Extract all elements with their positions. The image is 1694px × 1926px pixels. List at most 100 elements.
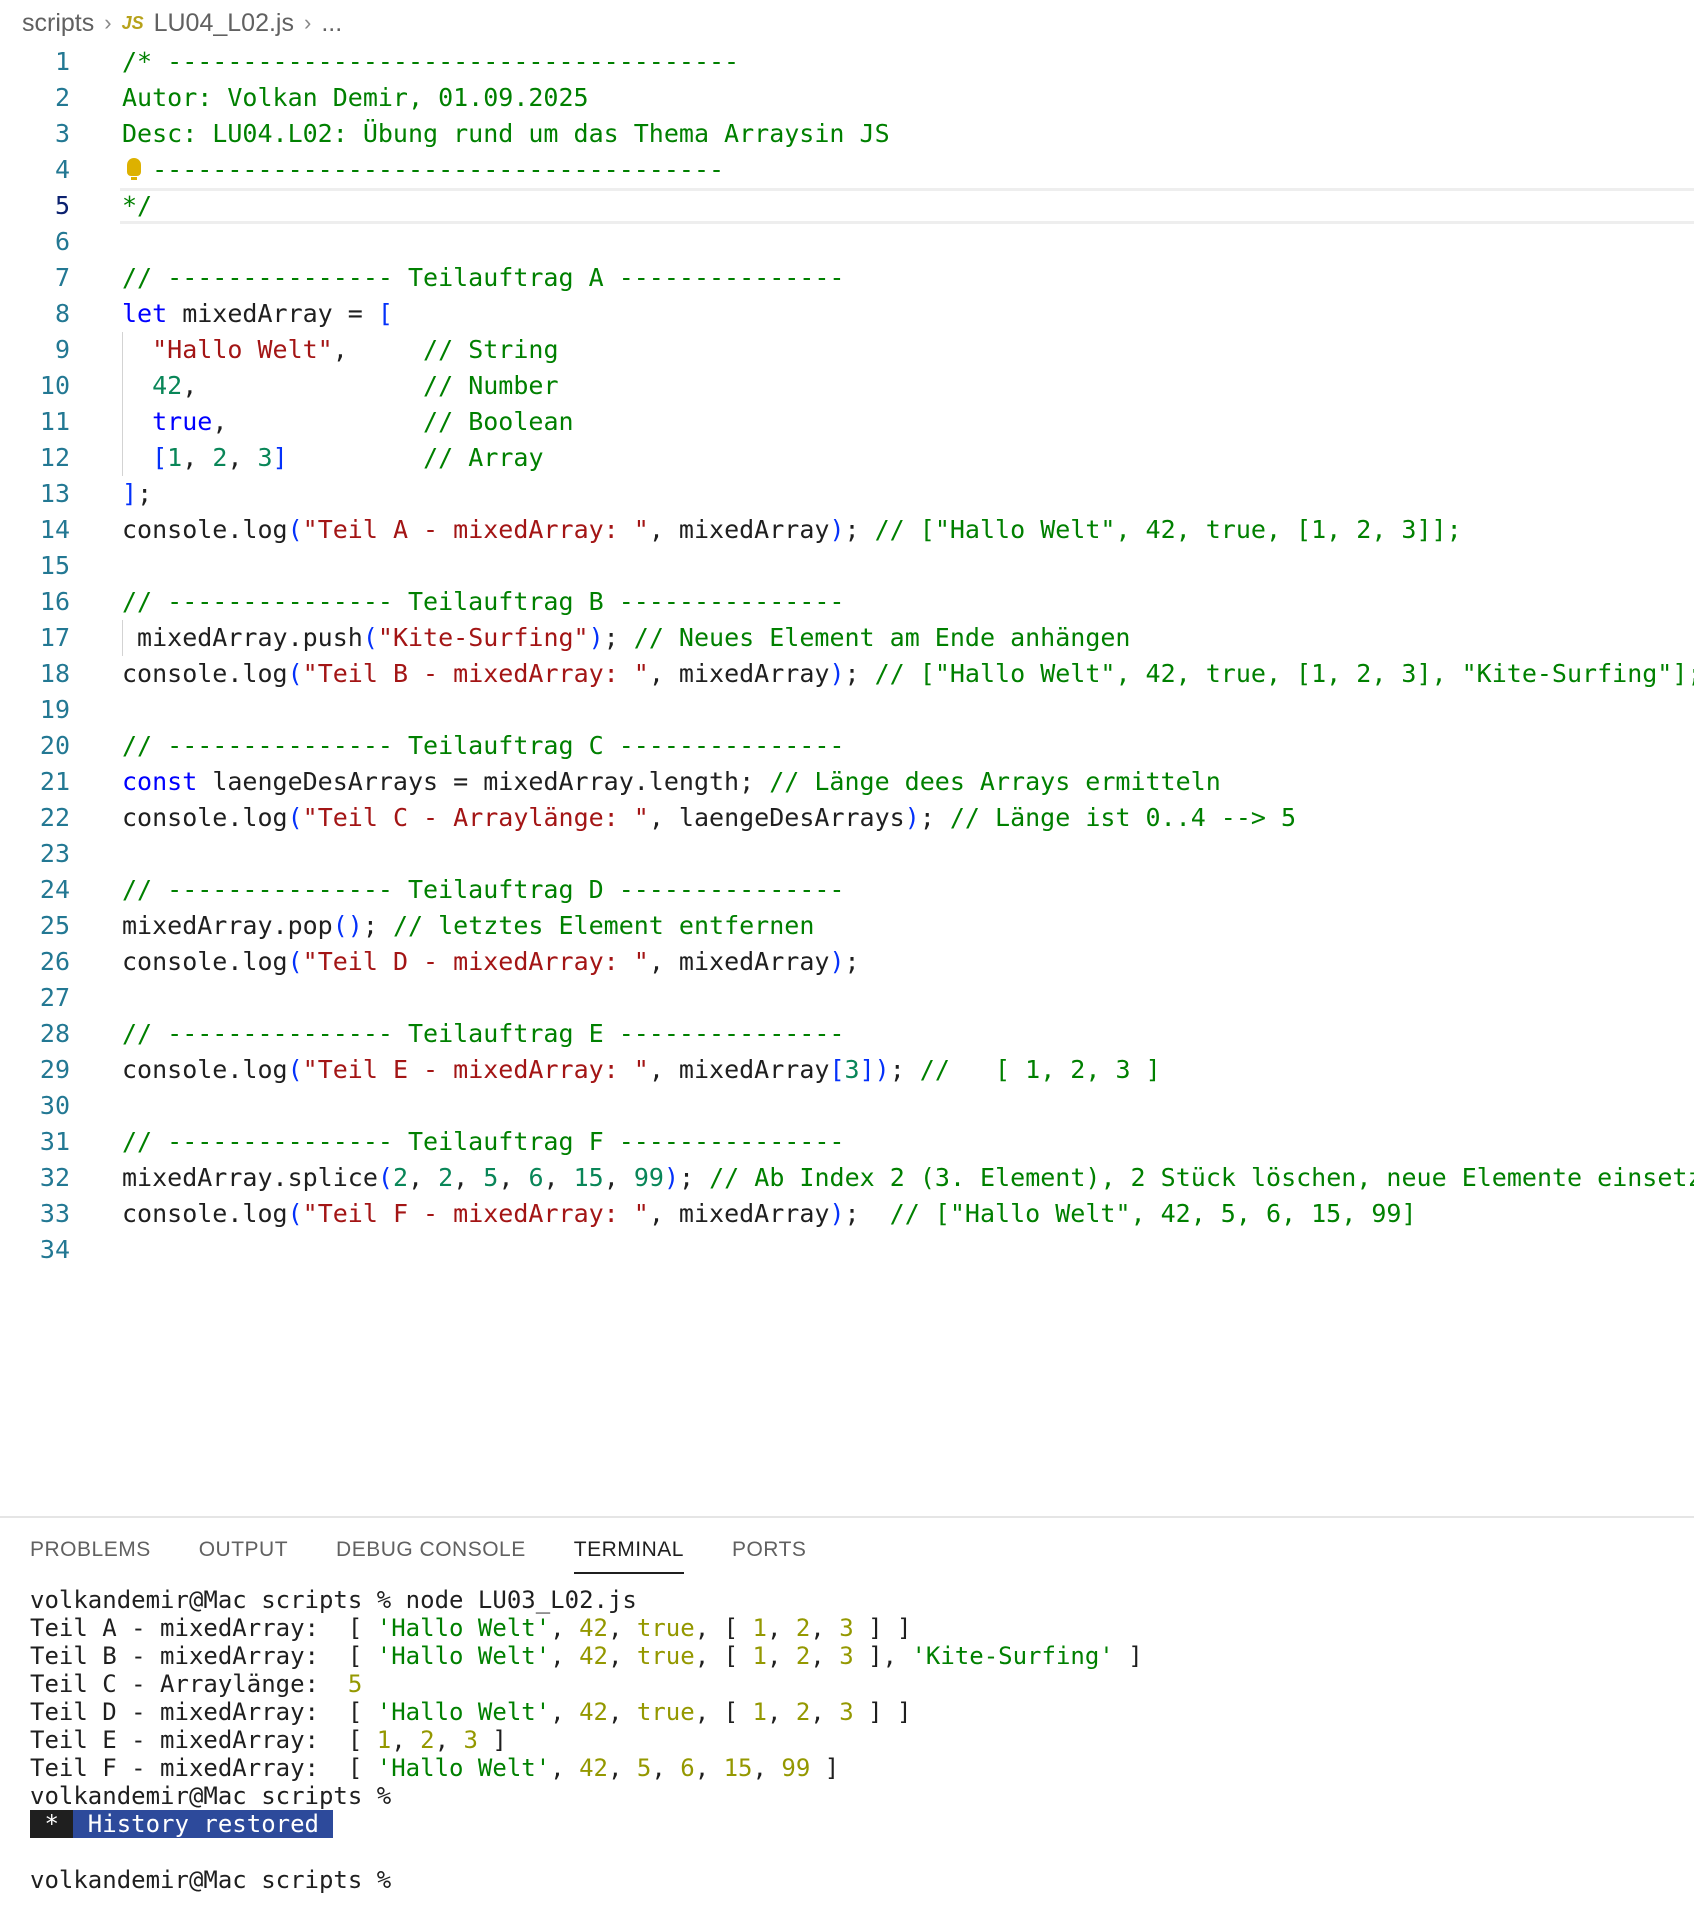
terminal-token: , xyxy=(550,1754,580,1782)
code-token: ( xyxy=(287,947,303,976)
code-line[interactable]: 13]; xyxy=(0,476,1694,512)
terminal-token: 5 xyxy=(636,1754,652,1782)
terminal-token: true xyxy=(636,1642,695,1670)
code-line[interactable]: 5 */ xyxy=(0,188,1694,224)
code-line[interactable]: 18 console.log("Teil B - mixedArray: ", m… xyxy=(0,656,1694,692)
terminal-line: * History restored xyxy=(30,1810,1143,1838)
code-token: 15 xyxy=(573,1163,604,1192)
code-text: // --------------- Teilauftrag E -------… xyxy=(122,1016,844,1052)
code-token: , xyxy=(603,1163,634,1192)
code-line[interactable]: 31 // --------------- Teilauftrag F -----… xyxy=(0,1124,1694,1160)
terminal-token: , xyxy=(766,1642,796,1670)
breadcrumb-more[interactable]: ... xyxy=(321,9,342,38)
code-line[interactable]: 17 mixedArray.push("Kite-Surfing"); // N… xyxy=(0,620,1694,656)
code-line[interactable]: 32 mixedArray.splice(2, 2, 5, 6, 15, 99);… xyxy=(0,1160,1694,1196)
line-number: 15 xyxy=(39,551,70,580)
code-token: ( xyxy=(287,515,303,544)
code-line[interactable]: 4 -------------------------------------- xyxy=(0,152,1694,188)
line-number: 8 xyxy=(54,299,70,328)
code-line[interactable]: 7 // --------------- Teilauftrag A ------… xyxy=(0,260,1694,296)
code-editor[interactable]: 1 /* ------------------------------------… xyxy=(0,44,1694,1268)
code-line[interactable]: 14 console.log("Teil A - mixedArray: ", m… xyxy=(0,512,1694,548)
code-token: log xyxy=(242,515,288,544)
code-line[interactable]: 22 console.log("Teil C - Arraylänge: ", l… xyxy=(0,800,1694,836)
code-line[interactable]: 23 xyxy=(0,836,1694,872)
terminal-token: , [ xyxy=(694,1698,753,1726)
terminal-token: Teil C - Arraylänge: xyxy=(30,1670,348,1698)
line-number: 28 xyxy=(39,1019,70,1048)
code-line[interactable]: 26 console.log("Teil D - mixedArray: ", m… xyxy=(0,944,1694,980)
terminal-token: , xyxy=(810,1642,840,1670)
code-line[interactable]: 24 // --------------- Teilauftrag D -----… xyxy=(0,872,1694,908)
code-line[interactable]: 10 42, // Number xyxy=(0,368,1694,404)
code-token: ) xyxy=(829,947,845,976)
code-line[interactable]: 15 xyxy=(0,548,1694,584)
code-token: ( xyxy=(362,623,378,652)
code-text: // --------------- Teilauftrag F -------… xyxy=(122,1124,844,1160)
terminal-token: 'Hallo Welt' xyxy=(376,1642,551,1670)
bottom-panel: PROBLEMS OUTPUT DEBUG CONSOLE TERMINAL PORTS… xyxy=(0,1516,1694,1926)
code-line[interactable]: 34 xyxy=(0,1232,1694,1268)
code-line[interactable]: 16 // --------------- Teilauftrag B -----… xyxy=(0,584,1694,620)
terminal-token: , xyxy=(607,1754,637,1782)
code-line[interactable]: 27 xyxy=(0,980,1694,1016)
panel-tabs: PROBLEMS OUTPUT DEBUG CONSOLE TERMINAL PORTS xyxy=(30,1538,854,1574)
code-token: ) xyxy=(904,803,920,832)
code-token: // ["Hallo Welt", 42, 5, 6, 15, 99] xyxy=(889,1199,1417,1228)
code-line[interactable]: 28 // --------------- Teilauftrag E -----… xyxy=(0,1016,1694,1052)
code-token: ( xyxy=(287,659,303,688)
code-line[interactable]: 21 const laengeDesArrays = mixedArray.len… xyxy=(0,764,1694,800)
code-line[interactable]: 29 console.log("Teil E - mixedArray: ", m… xyxy=(0,1052,1694,1088)
breadcrumb-folder[interactable]: scripts xyxy=(22,9,94,38)
code-line[interactable]: 3 Desc: LU04.L02: Übung rund um das Thema… xyxy=(0,116,1694,152)
line-number: 20 xyxy=(39,731,70,760)
breadcrumb-file[interactable]: LU04_L02.js xyxy=(154,9,294,38)
code-token: mixedArray = xyxy=(167,299,378,328)
line-number: 23 xyxy=(39,839,70,868)
code-token: 2 xyxy=(392,1163,408,1192)
tab-problems[interactable]: PROBLEMS xyxy=(30,1538,151,1574)
terminal-token: 6 xyxy=(680,1754,695,1782)
code-text: ]; xyxy=(122,476,152,512)
code-token: ) xyxy=(663,1163,680,1192)
code-line[interactable]: 6 xyxy=(0,224,1694,260)
tab-terminal[interactable]: TERMINAL xyxy=(573,1538,684,1574)
terminal-token: , xyxy=(752,1754,782,1782)
terminal-token: , xyxy=(550,1698,580,1726)
terminal-token: , xyxy=(607,1642,637,1670)
terminal[interactable]: volkandemir@Mac scripts % node LU03_L02.… xyxy=(30,1586,1143,1894)
code-token: 3 xyxy=(257,443,273,472)
code-line[interactable]: 9 "Hallo Welt", // String xyxy=(0,332,1694,368)
line-number: 19 xyxy=(39,695,70,724)
terminal-token: , xyxy=(810,1698,840,1726)
terminal-token: Teil E - mixedArray: [ xyxy=(30,1726,377,1754)
code-line[interactable]: 12 [1, 2, 3] // Array xyxy=(0,440,1694,476)
terminal-token: ] xyxy=(810,1754,840,1782)
code-line[interactable]: 1 /* ------------------------------------… xyxy=(0,44,1694,80)
code-token: // Länge ist 0..4 --> 5 xyxy=(949,803,1297,832)
code-text: [1, 2, 3] // Array xyxy=(122,440,543,476)
terminal-prompt[interactable]: volkandemir@Mac scripts % xyxy=(30,1866,1143,1894)
code-line[interactable]: 8 let mixedArray = [ xyxy=(0,296,1694,332)
tab-debug-console[interactable]: DEBUG CONSOLE xyxy=(336,1538,526,1574)
code-line[interactable]: 2 Autor: Volkan Demir, 01.09.2025 xyxy=(0,80,1694,116)
code-token: ) xyxy=(588,623,604,652)
code-token: , xyxy=(543,1163,574,1192)
code-line[interactable]: 30 xyxy=(0,1088,1694,1124)
tab-output[interactable]: OUTPUT xyxy=(199,1538,288,1574)
code-token: "Teil C - Arraylänge: " xyxy=(302,803,649,832)
code-line[interactable]: 20 // --------------- Teilauftrag C -----… xyxy=(0,728,1694,764)
code-line[interactable]: 19 xyxy=(0,692,1694,728)
code-token: ; xyxy=(137,479,153,508)
code-line[interactable]: 25 mixedArray.pop(); // letztes Element e… xyxy=(0,908,1694,944)
line-number: 16 xyxy=(39,587,70,616)
code-line[interactable]: 11 true, // Boolean xyxy=(0,404,1694,440)
code-line[interactable]: 33 console.log("Teil F - mixedArray: ", m… xyxy=(0,1196,1694,1232)
code-token: // Boolean xyxy=(423,407,574,436)
line-number: 14 xyxy=(39,515,70,544)
tab-ports[interactable]: PORTS xyxy=(732,1538,806,1574)
code-token: mixedArray.splice xyxy=(122,1163,378,1192)
code-text: // --------------- Teilauftrag C -------… xyxy=(122,728,844,764)
terminal-token: 1 xyxy=(752,1614,767,1642)
